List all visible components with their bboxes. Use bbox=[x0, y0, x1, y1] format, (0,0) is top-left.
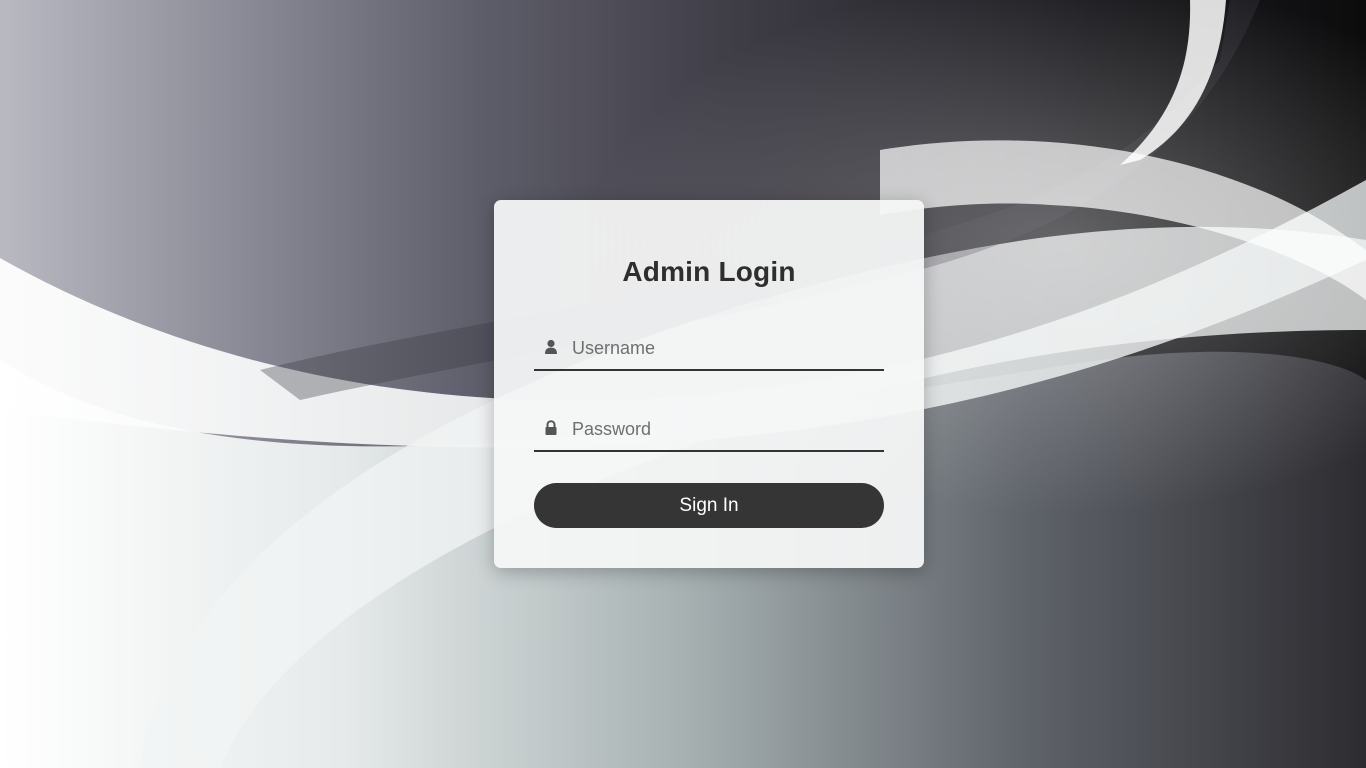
lock-icon bbox=[544, 420, 558, 436]
username-field[interactable] bbox=[534, 329, 884, 371]
user-icon bbox=[544, 339, 558, 355]
password-field[interactable] bbox=[534, 410, 884, 452]
sign-in-button[interactable]: Sign In bbox=[534, 483, 884, 528]
page-title: Admin Login bbox=[622, 256, 796, 287]
username-input[interactable] bbox=[572, 335, 872, 361]
password-input[interactable] bbox=[572, 416, 872, 442]
